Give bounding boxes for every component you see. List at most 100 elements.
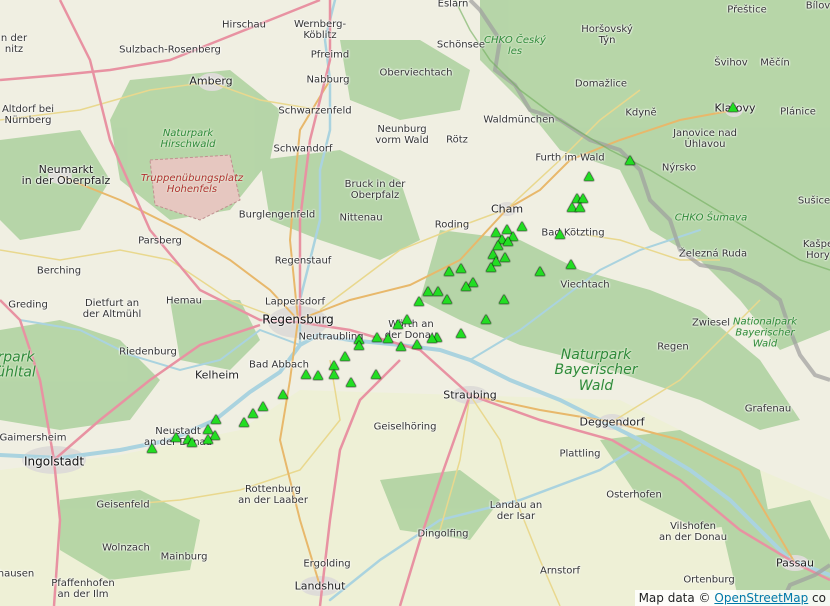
- triangle-marker-icon[interactable]: [444, 266, 454, 276]
- place-label-pfaffenhofen: Pfaffenhofen an der Ilm: [51, 578, 115, 600]
- place-label-schwarzenfeld: Schwarzenfeld: [278, 105, 352, 117]
- place-label-rotz: Rötz: [446, 134, 468, 146]
- triangle-marker-icon[interactable]: [555, 229, 565, 239]
- triangle-marker-icon[interactable]: [535, 266, 545, 276]
- area-label-np-bayerischer-cz: Nationalpark Bayerischer Wald: [732, 316, 798, 350]
- place-label-ergolding: Ergolding: [303, 558, 351, 570]
- place-label-dingolfing: Dingolfing: [417, 528, 469, 540]
- place-label-waldmunchen: Waldmünchen: [483, 114, 555, 126]
- map-view[interactable]: Naturpark Hirschwald Truppenübungsplatz H…: [0, 0, 830, 606]
- place-label-bruck: Bruck in der Oberpfalz: [344, 179, 406, 201]
- area-label-np-hirschwald: Naturpark Hirschwald: [160, 128, 216, 150]
- triangle-marker-icon[interactable]: [346, 377, 356, 387]
- place-label-viechtach: Viechtach: [560, 279, 610, 291]
- openstreetmap-link[interactable]: OpenStreetMap: [714, 591, 808, 605]
- triangle-marker-icon[interactable]: [481, 314, 491, 324]
- triangle-marker-icon[interactable]: [423, 286, 433, 296]
- place-label-rottenburg: Rottenburg an der Laaber: [238, 484, 308, 506]
- place-label-prestice: Přeštice: [727, 4, 767, 16]
- place-label-hirschau: Hirschau: [222, 19, 266, 31]
- place-label-wernberg: Wernberg- Köblitz: [293, 19, 347, 41]
- place-label-hemau: Hemau: [166, 295, 202, 307]
- place-label-vilshofen: Vilshofen an der Donau: [658, 521, 728, 543]
- triangle-marker-icon[interactable]: [517, 221, 527, 231]
- place-label-osterhofen: Osterhofen: [606, 489, 662, 501]
- place-label-cham: Cham: [490, 202, 524, 216]
- triangle-marker-icon[interactable]: [456, 263, 466, 273]
- triangle-marker-icon[interactable]: [575, 202, 585, 212]
- place-label-badkotzting: Bad Kötzting: [541, 227, 605, 239]
- triangle-marker-icon[interactable]: [493, 240, 503, 250]
- triangle-marker-icon[interactable]: [402, 314, 412, 324]
- triangle-marker-icon[interactable]: [211, 414, 221, 424]
- place-label-parsberg: Parsberg: [138, 235, 182, 247]
- triangle-marker-icon[interactable]: [203, 434, 213, 444]
- place-label-janovice: Janovice nad Úhlavou: [673, 128, 737, 150]
- triangle-marker-icon[interactable]: [301, 369, 311, 379]
- place-label-ingolstadt: Ingolstadt: [23, 454, 85, 469]
- triangle-marker-icon[interactable]: [584, 171, 594, 181]
- place-label-regen: Regen: [657, 341, 689, 353]
- place-label-horsovsky: Horšovský Týn: [581, 24, 633, 46]
- place-label-pfreimd: Pfreimd: [310, 49, 350, 61]
- place-label-regensburg: Regensburg: [262, 312, 334, 327]
- triangle-marker-icon[interactable]: [396, 341, 406, 351]
- triangle-marker-icon[interactable]: [500, 252, 510, 262]
- triangle-marker-icon[interactable]: [248, 408, 258, 418]
- place-label-altdorf: Altdorf bei Nürnberg: [1, 104, 55, 126]
- triangle-marker-icon[interactable]: [503, 236, 513, 246]
- triangle-marker-icon[interactable]: [625, 155, 635, 165]
- triangle-marker-icon[interactable]: [187, 437, 197, 447]
- place-label-dietfurt: Dietfurt an der Altmühl: [82, 298, 142, 320]
- triangle-marker-icon[interactable]: [728, 102, 738, 112]
- triangle-marker-icon[interactable]: [383, 333, 393, 343]
- place-label-planice: Plánice: [780, 106, 816, 118]
- place-label-bilov: Bílov: [805, 0, 830, 12]
- place-label-nittenau: Nittenau: [339, 212, 383, 224]
- triangle-marker-icon[interactable]: [239, 417, 249, 427]
- triangle-marker-icon[interactable]: [486, 262, 496, 272]
- triangle-marker-icon[interactable]: [393, 319, 403, 329]
- place-label-zelezna: Železná Ruda: [678, 248, 748, 260]
- place-label-hausen: hausen: [0, 568, 35, 580]
- map-attribution: Map data © OpenStreetMap co: [634, 590, 830, 606]
- place-label-grafenau: Grafenau: [744, 403, 792, 415]
- triangle-marker-icon[interactable]: [171, 432, 181, 442]
- place-label-straubing: Straubing: [443, 388, 497, 402]
- place-label-svihov: Švihov: [714, 57, 748, 69]
- triangle-marker-icon[interactable]: [499, 294, 509, 304]
- triangle-marker-icon[interactable]: [442, 294, 452, 304]
- triangle-marker-icon[interactable]: [340, 351, 350, 361]
- attribution-suffix: co: [812, 591, 826, 605]
- place-label-geiselhoring: Geiselhöring: [373, 421, 437, 433]
- place-label-passau: Passau: [775, 556, 815, 570]
- triangle-marker-icon[interactable]: [354, 340, 364, 350]
- area-label-truppen: Truppenübungsplatz Hohenfels: [140, 173, 244, 195]
- triangle-marker-icon[interactable]: [371, 369, 381, 379]
- triangle-marker-icon[interactable]: [456, 328, 466, 338]
- triangle-marker-icon[interactable]: [329, 360, 339, 370]
- place-label-ortenburg: Ortenburg: [683, 574, 735, 586]
- triangle-marker-icon[interactable]: [278, 389, 288, 399]
- place-label-plattling: Plattling: [559, 448, 601, 460]
- triangle-marker-icon[interactable]: [258, 401, 268, 411]
- triangle-marker-icon[interactable]: [313, 370, 323, 380]
- place-label-furth: Furth im Wald: [535, 152, 605, 164]
- triangle-marker-icon[interactable]: [329, 369, 339, 379]
- place-label-kdyne: Kdyně: [625, 107, 657, 119]
- triangle-marker-icon[interactable]: [412, 339, 422, 349]
- area-label-chko-sumava: CHKO Šumava: [674, 212, 748, 224]
- triangle-marker-icon[interactable]: [414, 296, 424, 306]
- triangle-marker-icon[interactable]: [578, 193, 588, 203]
- triangle-marker-icon[interactable]: [461, 281, 471, 291]
- place-label-geisenfeld: Geisenfeld: [96, 499, 150, 511]
- triangle-marker-icon[interactable]: [566, 259, 576, 269]
- triangle-marker-icon[interactable]: [427, 333, 437, 343]
- place-label-eslarn: Eslarn: [437, 0, 469, 10]
- place-label-schonsee: Schönsee: [436, 39, 486, 51]
- triangle-marker-icon[interactable]: [372, 332, 382, 342]
- triangle-marker-icon[interactable]: [147, 443, 157, 453]
- place-label-mecin: Měčín: [760, 57, 790, 69]
- place-label-burglengenfeld: Burglengenfeld: [238, 209, 316, 221]
- place-label-badabbach: Bad Abbach: [248, 359, 310, 371]
